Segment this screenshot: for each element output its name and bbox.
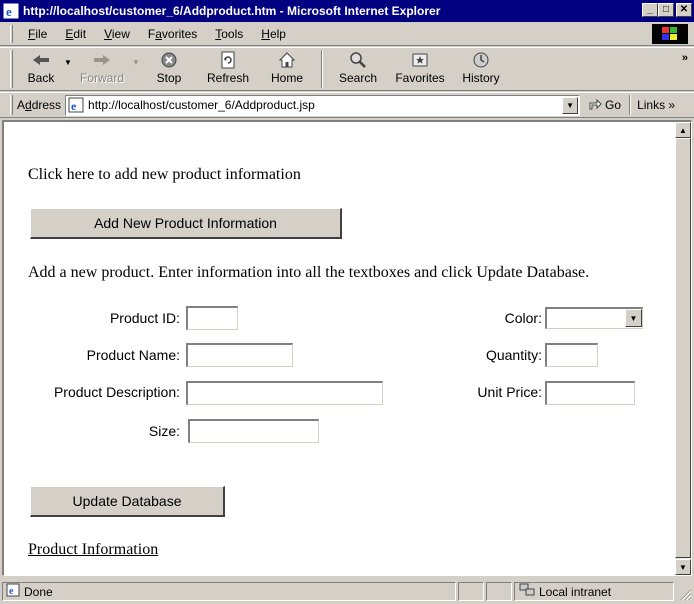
color-label: Color: [504, 310, 542, 326]
go-arrow-icon [588, 97, 602, 114]
web-page: Click here to add new product informatio… [4, 122, 676, 575]
favorites-icon [409, 50, 431, 70]
back-button[interactable]: Back [19, 48, 63, 90]
vertical-scrollbar[interactable]: ▲ ▼ [675, 122, 691, 575]
search-button[interactable]: Search [329, 48, 387, 90]
address-label: Address [17, 98, 62, 112]
menu-file[interactable]: File [19, 27, 56, 41]
menu-edit[interactable]: Edit [56, 27, 95, 41]
favorites-button[interactable]: Favorites [387, 48, 453, 90]
size-input[interactable] [188, 419, 319, 443]
product-description-input[interactable] [186, 381, 383, 405]
instructions-text: Add a new product. Enter information int… [28, 264, 590, 281]
product-name-label: Product Name: [86, 347, 180, 363]
menu-grip[interactable] [10, 24, 13, 43]
close-button[interactable]: ✕ [676, 3, 692, 17]
links-button[interactable]: Links » [637, 98, 675, 112]
address-bar: Address e http://localhost/customer_6/Ad… [0, 92, 694, 118]
product-information-link[interactable]: Product Information [28, 541, 158, 559]
links-separator [629, 95, 632, 115]
stop-button[interactable]: Stop [141, 48, 197, 90]
go-button[interactable]: Go [588, 97, 621, 114]
status-bar: e Done Local intranet [0, 580, 694, 603]
product-description-label: Product Description: [53, 384, 180, 400]
product-id-input[interactable] [186, 306, 238, 330]
scroll-up-icon[interactable]: ▲ [675, 122, 691, 138]
status-main: e Done [2, 582, 456, 601]
forward-dropdown-icon[interactable]: ▼ [131, 58, 141, 67]
unit-price-label: Unit Price: [477, 384, 542, 400]
browser-window: e http://localhost/customer_6/Addproduct… [0, 0, 694, 603]
toolbar-more-icon[interactable]: » [682, 52, 688, 64]
color-select[interactable]: ▼ [545, 307, 643, 329]
refresh-button[interactable]: Refresh [197, 48, 259, 90]
product-name-input[interactable] [186, 343, 293, 367]
window-title: http://localhost/customer_6/Addproduct.h… [23, 4, 441, 18]
forward-button[interactable]: Forward [73, 48, 131, 90]
history-button[interactable]: History [453, 48, 509, 90]
menu-bar: File Edit View Favorites Tools Help [0, 22, 694, 46]
stop-icon [158, 50, 180, 70]
status-cell-1 [458, 582, 484, 601]
color-selected-value [547, 310, 550, 325]
home-button[interactable]: Home [259, 48, 315, 90]
refresh-icon [217, 50, 239, 70]
svg-text:e: e [9, 586, 14, 597]
unit-price-input[interactable] [545, 381, 635, 405]
resize-grip-icon[interactable] [678, 587, 692, 601]
title-bar[interactable]: e http://localhost/customer_6/Addproduct… [0, 0, 694, 22]
size-label: Size: [148, 423, 180, 439]
address-dropdown-icon[interactable]: ▼ [562, 96, 579, 114]
color-dropdown-icon[interactable]: ▼ [625, 309, 642, 327]
menu-view[interactable]: View [95, 27, 139, 41]
status-text: Done [24, 584, 53, 599]
back-arrow-icon [30, 50, 52, 70]
menu-tools[interactable]: Tools [206, 27, 252, 41]
scroll-thumb[interactable] [675, 138, 691, 558]
standard-toolbar: Back ▼ Forward ▼ Stop Refresh Home Searc… [0, 47, 694, 91]
toolbar-grip[interactable] [10, 50, 13, 88]
history-icon [470, 50, 492, 70]
status-cell-2 [486, 582, 512, 601]
menu-favorites[interactable]: Favorites [139, 27, 206, 41]
scroll-down-icon[interactable]: ▼ [675, 559, 691, 575]
address-grip[interactable] [10, 95, 13, 115]
product-id-label: Product ID: [109, 310, 180, 326]
content-frame: Click here to add new product informatio… [2, 120, 692, 576]
add-new-product-button[interactable]: Add New Product Information [30, 208, 342, 239]
zone-text: Local intranet [539, 584, 612, 599]
quantity-label: Quantity: [485, 347, 542, 363]
svg-text:e: e [6, 4, 12, 19]
menu-help[interactable]: Help [252, 27, 295, 41]
page-icon: e [68, 97, 84, 113]
maximize-button[interactable]: □ [658, 3, 674, 17]
svg-text:e: e [71, 99, 77, 113]
forward-arrow-icon [91, 50, 113, 70]
toolbar-separator [321, 50, 323, 88]
home-icon [276, 50, 298, 70]
search-icon [347, 50, 369, 70]
ie-icon: e [3, 3, 19, 19]
windows-logo-icon [652, 24, 688, 44]
intranet-icon [519, 583, 535, 600]
address-input[interactable]: e http://localhost/customer_6/Addproduct… [65, 94, 581, 116]
update-database-button[interactable]: Update Database [30, 486, 225, 517]
address-url: http://localhost/customer_6/Addproduct.j… [88, 98, 315, 112]
quantity-input[interactable] [545, 343, 598, 367]
intro-text: Click here to add new product informatio… [28, 166, 301, 183]
page-done-icon: e [6, 583, 20, 600]
minimize-button[interactable]: _ [642, 3, 658, 17]
security-zone: Local intranet [514, 582, 674, 601]
back-dropdown-icon[interactable]: ▼ [63, 58, 73, 67]
